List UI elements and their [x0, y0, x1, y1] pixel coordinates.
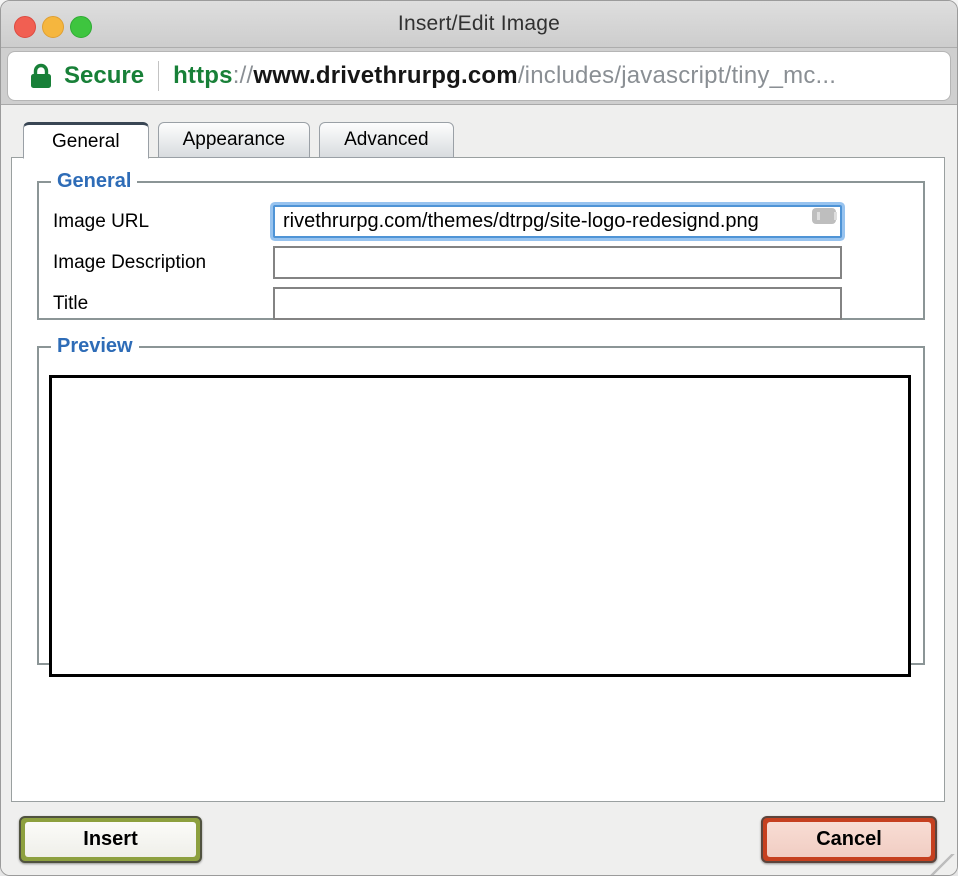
url-domain: www.drivethrurpg.com [253, 62, 517, 89]
address-bar[interactable]: Secure https://www.drivethrurpg.com/incl… [7, 51, 951, 101]
window-title: Insert/Edit Image [1, 12, 957, 36]
general-fieldset: General Image URL Image Description Titl… [37, 170, 925, 320]
address-bar-row: Secure https://www.drivethrurpg.com/incl… [1, 48, 957, 105]
tab-panel: General Image URL Image Description Titl… [11, 157, 945, 802]
image-url-row: Image URL [39, 201, 923, 242]
tab-general[interactable]: General [23, 122, 149, 159]
title-bar: Insert/Edit Image [1, 1, 957, 48]
url-slashes: :// [233, 62, 254, 89]
tab-advanced[interactable]: Advanced [319, 122, 454, 158]
insert-button-label: Insert [25, 822, 196, 857]
image-description-label: Image Description [39, 252, 273, 274]
url-scheme: https [173, 62, 233, 89]
address-separator [158, 61, 159, 91]
title-label: Title [39, 293, 273, 315]
image-url-input[interactable] [273, 205, 842, 238]
image-url-field-wrap [273, 205, 848, 238]
preview-fieldset: Preview [37, 335, 925, 665]
image-url-label: Image URL [39, 211, 273, 233]
cancel-button[interactable]: Cancel [761, 816, 937, 863]
image-description-row: Image Description [39, 242, 923, 283]
dialog-window: Insert/Edit Image Secure https://www.dri… [0, 0, 958, 876]
tab-bar: General Appearance Advanced [23, 122, 454, 158]
preview-legend: Preview [51, 335, 139, 358]
lock-icon [30, 63, 52, 89]
image-preview-area [49, 375, 911, 677]
page-url: https://www.drivethrurpg.com/includes/ja… [173, 62, 836, 90]
insert-button[interactable]: Insert [19, 816, 202, 863]
url-path: /includes/javascript/tiny_mc... [518, 62, 836, 89]
title-input[interactable] [273, 287, 842, 320]
tab-appearance[interactable]: Appearance [158, 122, 310, 158]
resize-grip[interactable] [929, 854, 955, 876]
general-legend: General [51, 170, 137, 193]
image-description-input[interactable] [273, 246, 842, 279]
cancel-button-label: Cancel [767, 822, 931, 857]
secure-label: Secure [64, 62, 144, 90]
dialog-body: General Appearance Advanced General Imag… [1, 105, 957, 876]
title-row: Title [39, 283, 923, 324]
